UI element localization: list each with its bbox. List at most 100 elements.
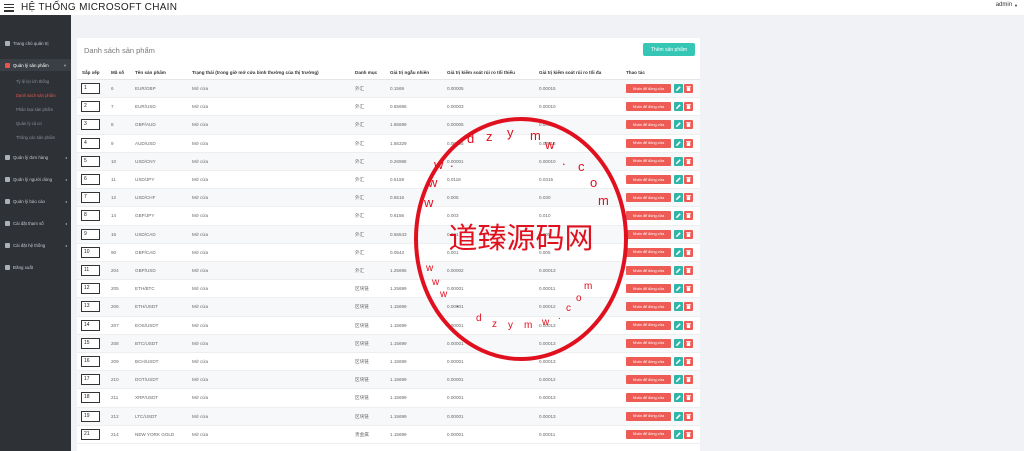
sort-order-input[interactable]: 10 [81,246,100,258]
sort-order-input[interactable]: 5 [81,155,100,167]
edit-button[interactable] [674,375,683,385]
delete-button[interactable] [684,375,693,385]
sidebar-item-products[interactable]: Quản lý sản phẩm ▼ [0,59,71,71]
delete-button[interactable] [684,84,693,93]
close-market-button[interactable]: Nhấn để đóng cửa [626,247,671,257]
edit-button[interactable] [674,156,683,166]
edit-button[interactable] [674,84,683,93]
sort-order-input[interactable]: 15 [81,337,100,349]
delete-button[interactable] [684,102,693,112]
delete-button[interactable] [684,247,693,257]
sort-order-input[interactable]: 21 [81,428,100,440]
edit-button[interactable] [674,338,683,348]
sort-order-input[interactable]: 12 [81,283,100,295]
sidebar-subitem-product-list[interactable]: Danh sách sản phẩm [0,90,71,100]
close-market-button[interactable]: Nhấn để đóng cửa [626,375,671,385]
delete-button[interactable] [684,229,693,239]
sort-order-input[interactable]: 6 [81,174,100,185]
sidebar-subitem-product-category[interactable]: Phân loại sản phẩm [0,104,71,114]
edit-button[interactable] [674,138,683,148]
delete-button[interactable] [684,429,693,439]
edit-button[interactable] [674,120,683,130]
close-market-button[interactable]: Nhấn để đóng cửa [626,393,671,403]
edit-button[interactable] [674,266,683,275]
sidebar-subitem-manage[interactable]: Quản lý cá cơ [0,118,71,128]
close-market-button[interactable]: Nhấn để đóng cửa [626,266,671,275]
sort-order-input[interactable]: 3 [81,119,100,131]
delete-button[interactable] [684,138,693,148]
sidebar-item-params[interactable]: Cài đặt tham số ◂ [0,217,71,229]
sidebar-item-reports[interactable]: Quản lý báo cáo ◂ [0,195,71,207]
cell-max-risk: 0.010 [539,213,551,219]
edit-button[interactable] [674,411,683,421]
delete-button[interactable] [684,156,693,166]
delete-button[interactable] [684,120,693,130]
close-market-button[interactable]: Nhấn để đóng cửa [626,284,671,294]
edit-button[interactable] [674,102,683,112]
sort-order-input[interactable]: 11 [81,265,100,276]
sort-order-input[interactable]: 2 [81,101,100,113]
close-market-button[interactable]: Nhấn để đóng cửa [626,102,671,112]
sidebar-item-dashboard[interactable]: Trang chủ quản trị [0,37,71,49]
close-market-button[interactable]: Nhấn để đóng cửa [626,229,671,239]
delete-button[interactable] [684,193,693,203]
sort-order-input[interactable]: 19 [81,410,100,422]
close-market-button[interactable]: Nhấn để đóng cửa [626,211,671,221]
sort-order-input[interactable]: 14 [81,319,100,331]
edit-button[interactable] [674,284,683,294]
delete-button[interactable] [684,175,693,184]
edit-button[interactable] [674,193,683,203]
edit-button[interactable] [674,247,683,257]
add-product-button[interactable]: Thêm sản phẩm [643,43,695,56]
edit-button[interactable] [674,175,683,184]
edit-button[interactable] [674,429,683,439]
delete-button[interactable] [684,211,693,221]
sidebar-item-logout[interactable]: Đăng xuất [0,261,71,273]
delete-button[interactable] [684,411,693,421]
sort-order-input[interactable]: 16 [81,356,100,367]
close-market-button[interactable]: Nhấn để đóng cửa [626,429,671,439]
close-market-button[interactable]: Nhấn để đóng cửa [626,175,671,184]
close-market-button[interactable]: Nhấn để đóng cửa [626,84,671,93]
close-market-button[interactable]: Nhấn để đóng cửa [626,338,671,348]
edit-button[interactable] [674,393,683,403]
sidebar-item-users[interactable]: Quản lý người dùng ◂ [0,173,71,185]
menu-toggle-icon[interactable] [4,3,14,12]
edit-button[interactable] [674,320,683,330]
close-market-button[interactable]: Nhấn để đóng cửa [626,193,671,203]
edit-button[interactable] [674,229,683,239]
delete-button[interactable] [684,393,693,403]
delete-button[interactable] [684,338,693,348]
close-market-button[interactable]: Nhấn để đóng cửa [626,138,671,148]
close-market-button[interactable]: Nhấn để đóng cửa [626,320,671,330]
delete-button[interactable] [684,284,693,294]
edit-button[interactable] [674,357,683,366]
close-market-button[interactable]: Nhấn để đóng cửa [626,411,671,421]
sort-order-input[interactable]: 9 [81,228,100,240]
edit-button[interactable] [674,302,683,312]
sort-order-input[interactable]: 4 [81,137,100,149]
sidebar-subitem-product-info[interactable]: Thông các sản phẩm [0,132,71,142]
close-market-button[interactable]: Nhấn để đóng cửa [626,156,671,166]
delete-button[interactable] [684,266,693,275]
sort-order-input[interactable]: 18 [81,392,100,404]
cell-min-risk: 0.00001 [447,395,464,401]
sidebar-item-system[interactable]: Cài đặt hệ thống ◂ [0,239,71,251]
close-market-button[interactable]: Nhấn để đóng cửa [626,120,671,130]
cell-min-risk: 0.00003 [447,104,464,110]
table-row: 12 205 ETH/BTC Mở cửa 区块链 1.25699 0.00001 0.000… [77,280,700,299]
delete-button[interactable] [684,302,693,312]
sidebar-item-orders[interactable]: Quản lý đơn hàng ◂ [0,151,71,163]
delete-button[interactable] [684,357,693,366]
sort-order-input[interactable]: 8 [81,210,100,222]
sort-order-input[interactable]: 17 [81,374,100,386]
delete-button[interactable] [684,320,693,330]
close-market-button[interactable]: Nhấn để đóng cửa [626,357,671,366]
user-menu[interactable]: admin ▼ [996,2,1018,8]
close-market-button[interactable]: Nhấn để đóng cửa [626,302,671,312]
sort-order-input[interactable]: 13 [81,301,100,313]
sidebar-subitem-rates[interactable]: Tỷ lệ lợi ích thống [0,76,71,86]
sort-order-input[interactable]: 1 [81,83,100,94]
sort-order-input[interactable]: 7 [81,192,100,204]
edit-button[interactable] [674,211,683,221]
